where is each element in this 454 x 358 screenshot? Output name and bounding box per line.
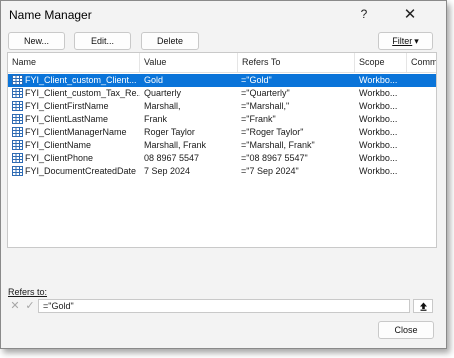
delete-button-label: Delete bbox=[156, 36, 183, 46]
value-cell: 7 Sep 2024 bbox=[144, 166, 191, 176]
scope-cell: Workbo... bbox=[359, 153, 398, 163]
table-row[interactable]: FYI_ClientName Marshall, Frank ="Marshall,… bbox=[8, 139, 436, 152]
table-row[interactable]: FYI_Client_custom_Client... Gold ="Gold" Wo… bbox=[8, 74, 436, 87]
value-cell: Roger Taylor bbox=[144, 127, 195, 137]
column-header-scope[interactable]: Scope bbox=[355, 53, 407, 72]
name-text: FYI_ClientLastName bbox=[25, 114, 109, 124]
table-row[interactable]: FYI_ClientFirstName Marshall, ="Marshall,"… bbox=[8, 100, 436, 113]
upload-arrow-icon bbox=[419, 302, 427, 311]
window-title: Name Manager bbox=[9, 8, 92, 22]
scope-cell: Workbo... bbox=[359, 114, 398, 124]
title-bar: Name Manager ? ✕ bbox=[1, 1, 446, 29]
column-header-name[interactable]: Name bbox=[8, 53, 140, 72]
column-header-value[interactable]: Value bbox=[140, 53, 238, 72]
refers-to-cell: ="Marshall, Frank" bbox=[241, 140, 315, 150]
name-cell: FYI_DocumentCreatedDate bbox=[12, 165, 140, 178]
refers-to-cell: ="Marshall," bbox=[241, 101, 290, 111]
name-cell: FYI_Client_custom_Client... bbox=[12, 74, 140, 87]
name-cell: FYI_ClientManagerName bbox=[12, 126, 140, 139]
scope-cell: Workbo... bbox=[359, 88, 398, 98]
new-button-label: New... bbox=[23, 36, 49, 46]
scope-cell: Workbo... bbox=[359, 101, 398, 111]
chevron-down-icon: ▾ bbox=[414, 35, 419, 46]
close-button[interactable]: Close bbox=[378, 321, 434, 339]
delete-button[interactable]: Delete bbox=[141, 32, 199, 50]
name-text: FYI_Client_custom_Client... bbox=[25, 75, 137, 85]
cancel-edit-icon[interactable]: ✕ bbox=[8, 299, 22, 312]
name-cell: FYI_ClientPhone bbox=[12, 152, 140, 165]
names-table[interactable]: Name Value Refers To Scope Comm FYI_Clie… bbox=[7, 52, 437, 248]
table-row[interactable]: FYI_DocumentCreatedDate 7 Sep 2024 ="7 Sep… bbox=[8, 165, 436, 178]
table-row[interactable]: FYI_ClientLastName Frank ="Frank" Workbo... bbox=[8, 113, 436, 126]
value-cell: Quarterly bbox=[144, 88, 182, 98]
named-range-icon bbox=[12, 114, 23, 124]
named-range-icon bbox=[12, 166, 23, 176]
table-row[interactable]: FYI_ClientPhone 08 8967 5547 ="08 8967 554… bbox=[8, 152, 436, 165]
name-text: FYI_DocumentCreatedDate bbox=[25, 166, 137, 176]
scope-cell: Workbo... bbox=[359, 75, 398, 85]
refers-to-cell: ="08 8967 5547" bbox=[241, 153, 308, 163]
refers-to-cell: ="Gold" bbox=[241, 75, 272, 85]
table-row[interactable]: FYI_ClientManagerName Roger Taylor ="Roger… bbox=[8, 126, 436, 139]
name-text: FYI_ClientFirstName bbox=[25, 101, 109, 111]
value-cell: Marshall, bbox=[144, 101, 181, 111]
name-text: FYI_ClientManagerName bbox=[25, 127, 127, 137]
help-icon[interactable]: ? bbox=[347, 1, 381, 27]
refers-to-cell: ="Quarterly" bbox=[241, 88, 290, 98]
name-cell: FYI_ClientLastName bbox=[12, 113, 140, 126]
named-range-icon bbox=[12, 88, 23, 98]
refers-to-cell: ="Frank" bbox=[241, 114, 276, 124]
table-row[interactable]: FYI_Client_custom_Tax_Re... Quarterly ="Qu… bbox=[8, 87, 436, 100]
refers-to-cell: ="Roger Taylor" bbox=[241, 127, 304, 137]
table-header: Name Value Refers To Scope Comm bbox=[8, 53, 436, 73]
edit-button-label: Edit... bbox=[90, 36, 114, 46]
named-range-icon bbox=[12, 75, 23, 85]
named-range-icon bbox=[12, 127, 23, 137]
close-button-label: Close bbox=[394, 325, 418, 335]
named-range-icon bbox=[12, 101, 23, 111]
column-header-refers-to[interactable]: Refers To bbox=[238, 53, 355, 72]
confirm-edit-icon[interactable]: ✓ bbox=[23, 299, 37, 312]
name-manager-dialog: Name Manager ? ✕ New... Edit... Delete F… bbox=[0, 0, 447, 349]
name-text: FYI_ClientName bbox=[25, 140, 92, 150]
column-header-comment[interactable]: Comm bbox=[407, 53, 436, 72]
value-cell: 08 8967 5547 bbox=[144, 153, 200, 163]
refers-to-label: Refers to: bbox=[8, 287, 48, 297]
name-text: FYI_ClientPhone bbox=[25, 153, 94, 163]
name-cell: FYI_ClientName bbox=[12, 139, 140, 152]
refers-to-input[interactable]: ="Gold" bbox=[38, 299, 410, 313]
name-text: FYI_Client_custom_Tax_Re... bbox=[25, 88, 140, 98]
value-cell: Gold bbox=[144, 75, 164, 85]
value-cell: Marshall, Frank bbox=[144, 140, 207, 150]
refers-to-cell: ="7 Sep 2024" bbox=[241, 166, 299, 176]
edit-button[interactable]: Edit... bbox=[74, 32, 131, 50]
scope-cell: Workbo... bbox=[359, 166, 398, 176]
filter-button[interactable]: Filter ▾ bbox=[378, 32, 433, 50]
value-cell: Frank bbox=[144, 114, 168, 124]
name-cell: FYI_ClientFirstName bbox=[12, 100, 140, 113]
scope-cell: Workbo... bbox=[359, 140, 398, 150]
scope-cell: Workbo... bbox=[359, 127, 398, 137]
name-cell: FYI_Client_custom_Tax_Re... bbox=[12, 87, 140, 100]
named-range-icon bbox=[12, 153, 23, 163]
filter-button-label: Filter bbox=[392, 36, 413, 46]
close-window-icon[interactable]: ✕ bbox=[393, 1, 427, 27]
new-button[interactable]: New... bbox=[8, 32, 65, 50]
collapse-dialog-button[interactable] bbox=[413, 299, 433, 313]
named-range-icon bbox=[12, 140, 23, 150]
